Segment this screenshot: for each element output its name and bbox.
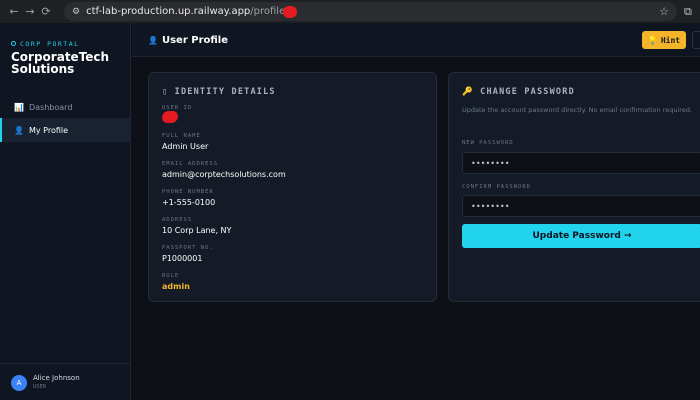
chart-icon: 📊 [14,103,24,112]
reload-icon[interactable]: ⟳ [38,5,54,18]
role-label: ROLE [162,273,180,279]
sidebar-item-label: Dashboard [29,102,73,112]
key-icon: 🔑 [462,87,474,97]
brand-tag-label: CORP PORTAL [20,40,80,48]
bookmark-star-icon[interactable]: ☆ [659,5,669,18]
identity-card-title: ▯ IDENTITY DETAILS [162,87,276,97]
confirm-password-field[interactable]: •••••••• [462,195,700,217]
identity-card: ▯ IDENTITY DETAILS USER ID FULL NAME Adm… [148,72,437,302]
sidebar-item-dashboard[interactable]: 📊 Dashboard [0,95,131,119]
avatar: A [11,375,27,391]
page-title: 👤 User Profile [148,35,228,46]
address-value: 10 Corp Lane, NY [162,226,232,235]
user-id-label: USER ID [162,105,193,111]
hint-button[interactable]: 💡 Hint [642,31,686,49]
forward-icon[interactable]: → [22,5,38,18]
current-user[interactable]: A Alice Johnson USER [0,363,131,400]
passport-label: PASSPORT NO. [162,245,214,251]
user-name: Alice Johnson [33,374,80,382]
id-card-icon: ▯ [162,87,169,97]
sidebar: CORP PORTAL CorporateTech Solutions 📊 Da… [0,23,131,400]
user-icon: 👤 [148,36,158,45]
sidebar-item-label: My Profile [29,125,69,135]
email-label: EMAIL ADDRESS [162,161,219,167]
brand-line-2: Solutions [11,62,75,76]
change-password-card: 🔑 CHANGE PASSWORD Update the account pas… [448,72,700,302]
change-password-description: Update the account password directly. No… [462,106,693,114]
secondary-toolbar-button[interactable] [692,31,700,49]
brand-tag: CORP PORTAL [11,40,80,48]
back-icon[interactable]: ← [6,5,22,18]
profile-icon: 👤 [14,126,24,135]
new-password-label: NEW PASSWORD [462,140,514,146]
lightbulb-icon: 💡 [647,35,658,45]
extensions-icon[interactable]: ⧉ [684,5,692,19]
main-content: ▯ IDENTITY DETAILS USER ID FULL NAME Adm… [132,58,700,400]
redaction-mark [283,5,298,18]
url-path: /profile [250,6,286,17]
full-name-label: FULL NAME [162,133,201,139]
change-password-title: 🔑 CHANGE PASSWORD [462,87,575,97]
url-host: ctf-lab-production.up.railway.app [86,6,251,17]
phone-label: PHONE NUMBER [162,189,214,195]
user-role: USER [33,384,47,390]
page-title-text: User Profile [161,35,228,46]
brand-dot-icon [11,41,16,46]
update-password-button[interactable]: Update Password → [462,224,700,248]
email-value: admin@corptechsolutions.com [162,170,286,179]
address-label: ADDRESS [162,217,193,223]
address-bar[interactable]: ⚙ ctf-lab-production.up.railway.app /pro… [64,2,677,21]
role-value: admin [162,282,190,291]
browser-toolbar: ← → ⟳ ⚙ ctf-lab-production.up.railway.ap… [0,0,700,23]
site-info-icon[interactable]: ⚙ [72,7,80,17]
confirm-password-label: CONFIRM PASSWORD [462,184,531,190]
phone-value: +1-555-0100 [162,198,216,207]
passport-value: P1000001 [162,254,203,263]
change-password-title-text: CHANGE PASSWORD [480,87,575,97]
full-name-value: Admin User [162,142,209,151]
new-password-field[interactable]: •••••••• [462,152,700,174]
identity-title-text: IDENTITY DETAILS [174,87,276,97]
redaction-mark [162,111,178,123]
page-header: 👤 User Profile 💡 Hint [132,23,700,57]
brand-name: CorporateTech Solutions [11,51,109,75]
sidebar-item-my-profile[interactable]: 👤 My Profile [0,118,131,142]
hint-label: Hint [660,35,681,45]
